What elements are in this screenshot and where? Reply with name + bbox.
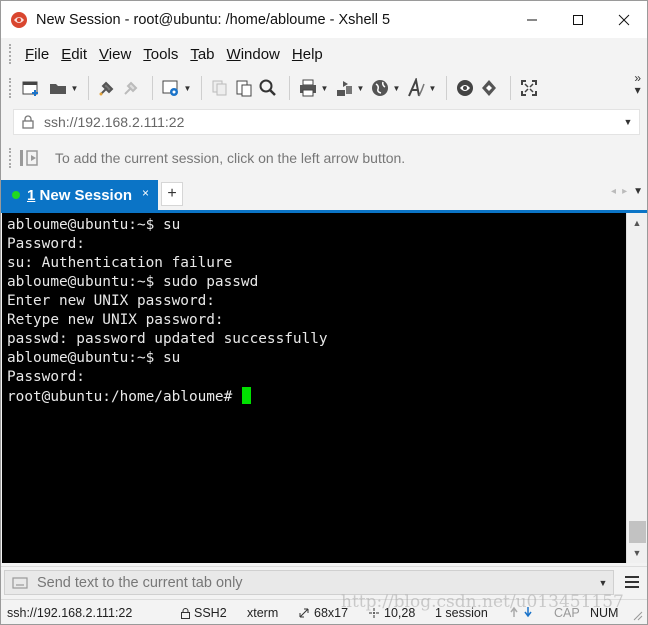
tab-close-icon[interactable]: ×	[142, 186, 149, 200]
font-icon[interactable]	[404, 76, 428, 100]
status-sessions: 1 session	[435, 606, 488, 620]
new-session-icon[interactable]	[19, 76, 43, 100]
menu-grip[interactable]	[9, 44, 13, 64]
terminal-line: abloume@ubuntu:~$ su	[7, 350, 181, 366]
tab-prev-icon[interactable]: ◂	[611, 186, 622, 197]
add-tab-button[interactable]: +	[161, 182, 183, 206]
connect-icon[interactable]	[95, 76, 119, 100]
terminal-line: abloume@ubuntu:~$ su	[7, 217, 181, 233]
menu-help[interactable]: Help	[286, 46, 329, 63]
address-dropdown-icon[interactable]: ▼	[617, 117, 639, 127]
find-icon[interactable]	[256, 76, 280, 100]
paste-icon[interactable]	[232, 76, 256, 100]
status-caps-lock: CAP	[554, 606, 580, 620]
terminal-prompt: root@ubuntu:/home/abloume#	[7, 389, 241, 405]
cursor-position-icon	[369, 608, 379, 618]
menu-edit[interactable]: Edit	[55, 46, 93, 63]
menu-bar: File Edit View Tools Tab Window Help	[1, 38, 647, 70]
disconnect-icon[interactable]	[119, 76, 143, 100]
terminal-line: su: Authentication failure	[7, 255, 233, 271]
maximize-button[interactable]	[555, 1, 601, 38]
xshell-logo-icon	[11, 11, 27, 28]
keyboard-icon	[12, 576, 28, 589]
tab-list-dropdown-icon[interactable]: ▼	[633, 186, 643, 197]
send-text-input[interactable]: Send text to the current tab only ▼	[4, 570, 614, 595]
fullscreen-icon[interactable]	[517, 76, 541, 100]
status-num-lock: NUM	[590, 606, 619, 620]
xshell-window: New Session - root@ubuntu: /home/abloume…	[0, 0, 648, 625]
tab-navigation: ◂▸▼	[611, 186, 643, 197]
tab-new-session[interactable]: 1 New Session ×	[1, 180, 158, 210]
terminal-line: Enter new UNIX password:	[7, 293, 215, 309]
toolbar-more-icon[interactable]: » ▾	[634, 72, 641, 96]
menu-file[interactable]: File	[19, 46, 55, 63]
terminal-line: Password:	[7, 369, 85, 385]
terminal-output[interactable]: abloume@ubuntu:~$ su Password: su: Authe…	[2, 213, 626, 563]
open-dropdown-icon[interactable]: ▼	[70, 76, 79, 100]
hamburger-menu-icon[interactable]	[624, 574, 640, 590]
menu-window[interactable]: Window	[221, 46, 286, 63]
status-transfer	[509, 606, 539, 618]
transfer-dropdown-icon[interactable]: ▼	[356, 76, 365, 100]
maximize-icon	[573, 14, 583, 25]
globe-dropdown-icon[interactable]: ▼	[392, 76, 401, 100]
globe-icon[interactable]	[368, 76, 392, 100]
minimize-button[interactable]	[509, 1, 555, 38]
status-connection: ssh://192.168.2.111:22	[7, 606, 133, 620]
resize-grip-icon[interactable]	[631, 609, 647, 621]
terminal-line: Password:	[7, 236, 85, 252]
tab-bar: 1 New Session × + ◂▸▼	[1, 179, 647, 210]
open-folder-icon[interactable]	[46, 76, 70, 100]
add-session-arrow-icon[interactable]	[19, 147, 45, 169]
send-target-dropdown-icon[interactable]: ▼	[593, 578, 613, 588]
menu-view[interactable]: View	[93, 46, 137, 63]
status-protocol: SSH2	[181, 606, 227, 620]
terminal-line: abloume@ubuntu:~$ sudo passwd	[7, 274, 259, 290]
resize-icon	[299, 608, 309, 618]
menu-tab[interactable]: Tab	[184, 46, 220, 63]
close-icon	[618, 14, 630, 25]
title-bar[interactable]: New Session - root@ubuntu: /home/abloume…	[1, 1, 647, 38]
xftp-icon[interactable]	[453, 76, 477, 100]
terminal-scrollbar[interactable]: ▲ ▼	[626, 213, 647, 563]
terminal-line: passwd: password updated successfully	[7, 331, 328, 347]
scroll-down-icon[interactable]: ▼	[627, 545, 647, 561]
scrollbar-thumb[interactable]	[629, 521, 646, 543]
toolbar: ▼ ▼ ▼ ▼ ▼ ▼ » ▾	[1, 70, 647, 106]
font-dropdown-icon[interactable]: ▼	[428, 76, 437, 100]
tab-next-icon[interactable]: ▸	[622, 186, 633, 197]
lock-icon	[22, 115, 34, 129]
status-cursor-position: 10,28	[368, 606, 415, 620]
hint-text: To add the current session, click on the…	[55, 150, 406, 166]
tab-label: 1 New Session	[27, 186, 133, 204]
address-bar[interactable]: ssh://192.168.2.111:22 ▼	[13, 109, 640, 135]
send-text-placeholder: Send text to the current tab only	[37, 574, 243, 591]
hintbar-grip[interactable]	[9, 148, 13, 168]
window-title: New Session - root@ubuntu: /home/abloume…	[36, 11, 391, 28]
compose-bar: Send text to the current tab only ▼	[1, 566, 647, 597]
print-icon[interactable]	[296, 76, 320, 100]
properties-dropdown-icon[interactable]: ▼	[183, 76, 192, 100]
minimize-icon	[527, 19, 537, 20]
menu-tools[interactable]: Tools	[137, 46, 184, 63]
terminal-line: Retype new UNIX password:	[7, 312, 224, 328]
connected-status-icon	[12, 191, 20, 199]
toolbar-grip[interactable]	[9, 78, 13, 98]
upload-download-icon	[510, 606, 532, 618]
xmanager-icon[interactable]	[477, 76, 501, 100]
status-bar: ssh://192.168.2.111:22 SSH2 xterm 68x17 …	[1, 599, 647, 624]
properties-icon[interactable]	[159, 76, 183, 100]
status-size: 68x17	[298, 606, 348, 620]
print-dropdown-icon[interactable]: ▼	[320, 76, 329, 100]
terminal-cursor	[241, 387, 251, 404]
close-button[interactable]	[601, 1, 647, 38]
copy-icon[interactable]	[208, 76, 232, 100]
transfer-icon[interactable]	[332, 76, 356, 100]
scroll-up-icon[interactable]: ▲	[627, 215, 647, 231]
session-hint-bar: To add the current session, click on the…	[1, 142, 647, 174]
terminal-prompt-line: root@ubuntu:/home/abloume#	[7, 387, 626, 406]
address-input[interactable]: ssh://192.168.2.111:22	[44, 114, 617, 130]
lock-icon	[181, 607, 190, 619]
status-terminal-type: xterm	[247, 606, 279, 620]
